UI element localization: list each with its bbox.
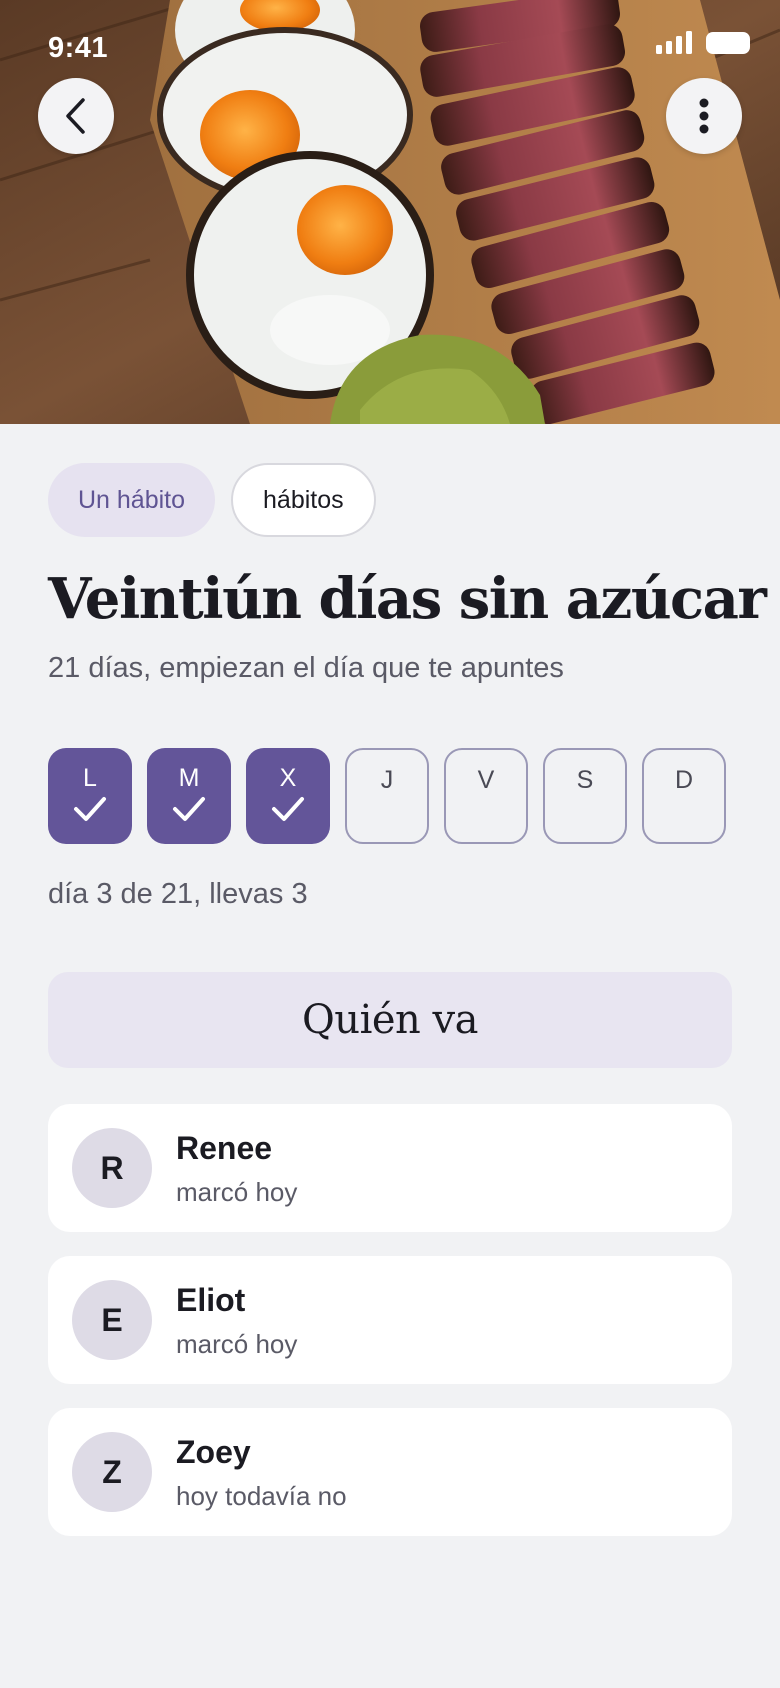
day-l[interactable]: L xyxy=(48,748,132,844)
day-v[interactable]: V xyxy=(444,748,528,844)
progress-text: día 3 de 21, llevas 3 xyxy=(48,878,308,910)
day-letter: L xyxy=(83,764,97,792)
member-card-renee[interactable]: R Renee marcó hoy xyxy=(48,1104,732,1232)
check-icon xyxy=(272,797,304,821)
section-header: Quién va xyxy=(48,972,732,1068)
avatar: Z xyxy=(72,1432,152,1512)
hero-image xyxy=(0,0,780,424)
chevron-left-icon xyxy=(66,98,85,134)
day-letter: D xyxy=(674,766,694,794)
avatar: E xyxy=(72,1280,152,1360)
day-letter: M xyxy=(178,764,200,792)
member-card-eliot[interactable]: E Eliot marcó hoy xyxy=(48,1256,732,1384)
member-status: hoy todavía no xyxy=(176,1481,347,1511)
day-s[interactable]: S xyxy=(543,748,627,844)
check-icon xyxy=(173,797,205,821)
check-icon xyxy=(74,797,106,821)
more-options-button[interactable] xyxy=(666,78,742,154)
avatar: R xyxy=(72,1128,152,1208)
day-m[interactable]: M xyxy=(147,748,231,844)
member-name: Eliot xyxy=(176,1282,246,1318)
habit-chips: Un hábito hábitos xyxy=(48,463,376,537)
member-name: Zoey xyxy=(176,1434,251,1470)
chip-un-habito[interactable]: Un hábito xyxy=(48,463,216,537)
member-status: marcó hoy xyxy=(176,1329,298,1359)
day-letter: S xyxy=(576,766,594,794)
member-status: marcó hoy xyxy=(176,1177,298,1207)
day-x[interactable]: X xyxy=(246,748,330,844)
day-d[interactable]: D xyxy=(642,748,726,844)
day-letter: X xyxy=(279,764,297,792)
week-tracker: L M X J V S D xyxy=(48,748,726,844)
back-button[interactable] xyxy=(38,78,114,154)
member-card-zoey[interactable]: Z Zoey hoy todavía no xyxy=(48,1408,732,1536)
status-indicators xyxy=(656,30,750,54)
section-title: Quién va xyxy=(302,997,478,1043)
chip-habitos[interactable]: hábitos xyxy=(231,463,376,537)
member-name: Renee xyxy=(176,1130,273,1166)
day-letter: V xyxy=(477,766,495,794)
habit-title: Veintiún días sin azúcar xyxy=(48,566,767,632)
day-letter: J xyxy=(380,766,394,794)
habit-subtitle: 21 días, empiezan el día que te apuntes xyxy=(48,652,564,684)
vertical-ellipsis-icon xyxy=(699,98,709,134)
status-time: 9:41 xyxy=(48,32,109,64)
battery-icon xyxy=(706,32,750,54)
day-j[interactable]: J xyxy=(345,748,429,844)
signal-icon xyxy=(656,30,692,54)
